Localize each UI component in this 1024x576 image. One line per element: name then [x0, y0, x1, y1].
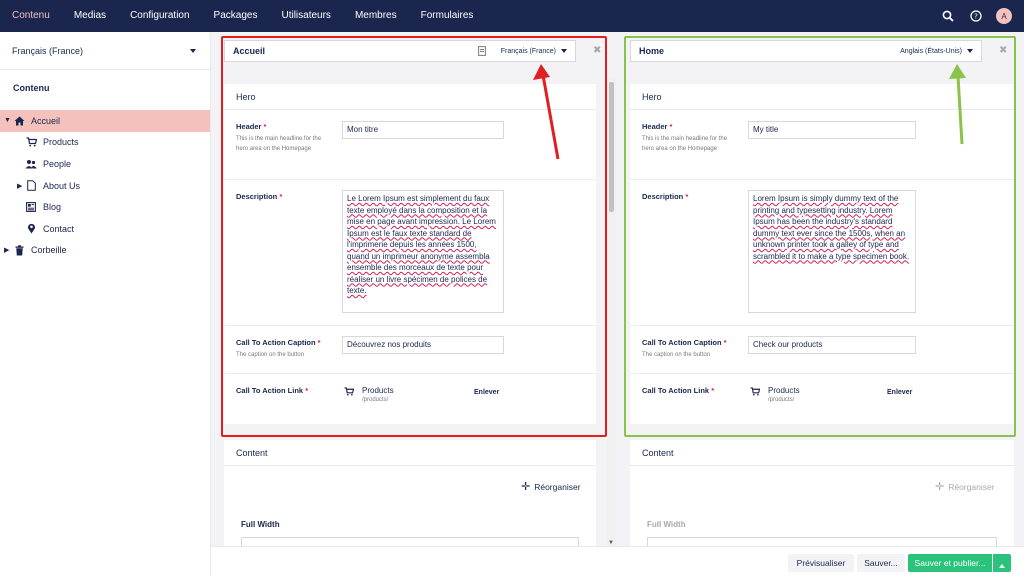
language-selector-label: Français (France)	[12, 45, 84, 56]
editor-footer: Prévisualiser Sauver... Sauver et publie…	[211, 546, 1024, 576]
scrollbar-thumb[interactable]	[609, 82, 614, 212]
editor-left: Accueil Français (France) ✖ Hero Header …	[211, 32, 621, 576]
save-and-publish-button[interactable]: Sauver et publier...	[908, 554, 992, 572]
tree-item-label: Blog	[43, 202, 62, 213]
tree-item-label: Contact	[43, 223, 75, 234]
tree-item-people[interactable]: People	[0, 153, 210, 175]
newspaper-icon	[25, 201, 37, 213]
map-pin-icon	[25, 223, 37, 235]
trash-icon	[13, 244, 25, 256]
full-width-label: Full Width	[241, 520, 280, 529]
green-arrow-annotation	[949, 64, 966, 145]
sidebar: Français (France) Contenu ▼ Accueil Prod…	[0, 32, 211, 576]
full-width-label: Full Width	[647, 520, 686, 529]
tree-item-corbeille[interactable]: ▶ Corbeille	[0, 240, 210, 262]
reorganize-button[interactable]: ✛ Réorganiser	[521, 480, 581, 493]
tree-item-label: Accueil	[31, 115, 61, 126]
content-title: Content	[224, 440, 596, 466]
language-selector[interactable]: Français (France)	[0, 32, 210, 70]
preview-button[interactable]: Prévisualiser	[788, 554, 854, 572]
publish-options-button[interactable]	[993, 554, 1011, 572]
caret-right-icon[interactable]: ▶	[4, 246, 9, 254]
nav-contenu[interactable]: Contenu	[0, 0, 62, 32]
people-icon	[25, 158, 37, 170]
plus-icon: ✛	[935, 481, 945, 493]
plus-icon: ✛	[521, 481, 531, 493]
nav-membres[interactable]: Membres	[343, 0, 409, 32]
nav-formulaires[interactable]: Formulaires	[409, 0, 486, 32]
cart-icon	[25, 136, 37, 148]
content-title: Content	[630, 440, 1014, 466]
editor-right: Home Anglais (États-Unis) ✖ Hero Header …	[621, 32, 1024, 576]
red-arrow-annotation	[533, 64, 560, 160]
tree-item-label: About Us	[43, 180, 81, 191]
section-nav: Contenu Medias Configuration Packages Ut…	[0, 0, 485, 32]
document-icon	[25, 180, 37, 192]
nav-medias[interactable]: Medias	[62, 0, 118, 32]
home-icon	[13, 115, 25, 127]
nav-packages[interactable]: Packages	[202, 0, 270, 32]
tree-item-products[interactable]: Products	[0, 132, 210, 154]
tree-item-about-us[interactable]: ▶ About Us	[0, 175, 210, 197]
tree-section-title[interactable]: Contenu	[0, 70, 210, 106]
scrollbar[interactable]: ▼	[607, 78, 616, 548]
user-avatar[interactable]: A	[996, 8, 1012, 24]
nav-utilisateurs[interactable]: Utilisateurs	[269, 0, 342, 32]
nav-configuration[interactable]: Configuration	[118, 0, 201, 32]
tree-item-label: Products	[43, 137, 79, 148]
reorganize-button: ✛ Réorganiser	[935, 481, 995, 493]
caret-down-icon[interactable]: ▼	[4, 117, 11, 124]
caret-right-icon[interactable]: ▶	[17, 182, 22, 190]
save-button[interactable]: Sauver...	[857, 554, 905, 572]
tree-item-blog[interactable]: Blog	[0, 196, 210, 218]
tree-item-label: Corbeille	[31, 245, 67, 256]
top-navigation: Contenu Medias Configuration Packages Ut…	[0, 0, 1024, 32]
tree-item-label: People	[43, 158, 72, 169]
svg-text:?: ?	[974, 13, 978, 21]
chevron-down-icon	[190, 48, 196, 53]
tree-item-accueil[interactable]: ▼ Accueil	[0, 110, 210, 132]
help-icon[interactable]: ?	[968, 8, 984, 24]
content-tree: ▼ Accueil Products People ▶ About Us Blo…	[0, 110, 210, 261]
chevron-up-icon	[999, 564, 1005, 568]
tree-item-contact[interactable]: Contact	[0, 218, 210, 240]
search-icon[interactable]	[940, 8, 956, 24]
